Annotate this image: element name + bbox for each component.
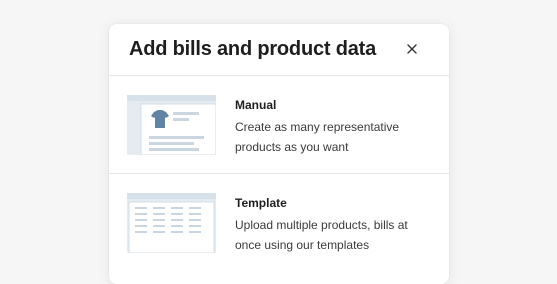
option-template[interactable]: Template Upload multiple products, bills… (109, 174, 449, 271)
modal-title: Add bills and product data (129, 38, 377, 60)
close-button[interactable] (404, 41, 420, 57)
option-description: Create as many representative products a… (235, 120, 400, 154)
tshirt-card-illustration (127, 95, 216, 155)
modal-header: Add bills and product data (109, 24, 449, 76)
option-manual[interactable]: Manual Create as many representative pro… (109, 76, 449, 174)
spreadsheet-template-illustration (127, 193, 216, 253)
option-title: Template (235, 196, 287, 210)
close-icon (407, 44, 417, 54)
option-description: Upload multiple products, bills at once … (235, 218, 408, 252)
option-title: Manual (235, 98, 277, 112)
add-data-modal: Add bills and product data Manual Create… (109, 24, 449, 284)
